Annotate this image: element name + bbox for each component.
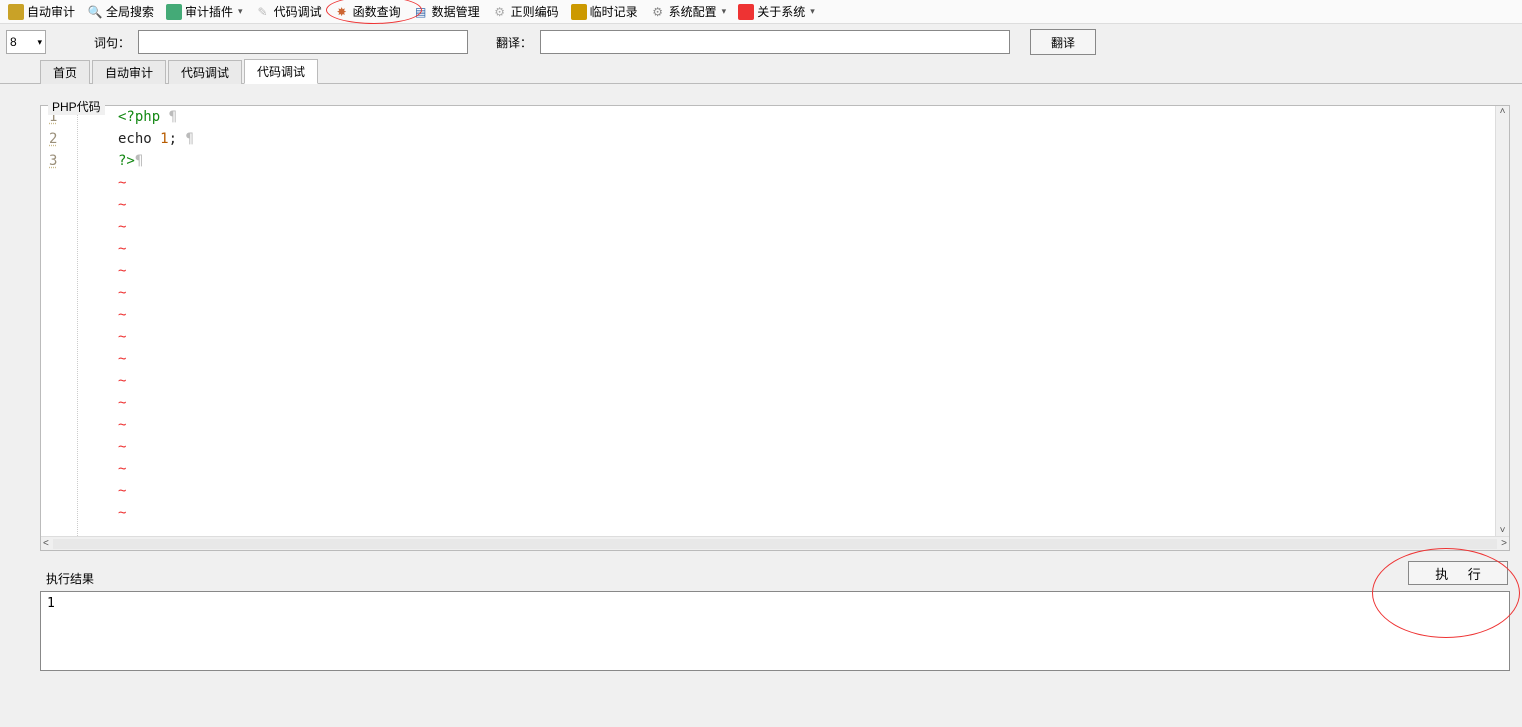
tab-3[interactable]: 代码调试 <box>244 59 318 84</box>
line-gutter: 123 <box>41 106 77 536</box>
chevron-down-icon: ▾ <box>37 37 42 48</box>
horizontal-scrollbar[interactable]: < > <box>41 536 1509 550</box>
result-label: 执行结果 <box>46 570 94 587</box>
chevron-down-icon: ▾ <box>722 6 727 17</box>
chevron-down-icon: ▾ <box>810 6 815 17</box>
toolbar-auto-audit[interactable]: 自动审计 <box>4 2 79 21</box>
empty-line: ~ <box>118 238 1495 260</box>
empty-line: ~ <box>118 458 1495 480</box>
toolbar-sys-config[interactable]: ⚙ 系统配置 ▾ <box>646 2 731 21</box>
translate-label: 翻译： <box>496 34 532 51</box>
search-translate-bar: 8 ▾ 词句： 翻译： 翻译 <box>0 24 1522 60</box>
term-label: 词句： <box>94 34 130 51</box>
toolbar-label: 审计插件 <box>185 3 233 20</box>
toolbar-label: 代码调试 <box>274 3 322 20</box>
code-editor-frame: 123 <?php ¶echo 1; ¶?>¶~~~~~~~~~~~~~~~~ … <box>40 105 1510 551</box>
toolbar-label: 函数查询 <box>353 3 401 20</box>
empty-line: ~ <box>118 172 1495 194</box>
plugin-icon <box>166 4 182 20</box>
execute-row: 执行结果 执 行 <box>40 551 1510 591</box>
code-editor[interactable]: 123 <?php ¶echo 1; ¶?>¶~~~~~~~~~~~~~~~~ … <box>41 106 1509 550</box>
function-icon: ✸ <box>334 4 350 20</box>
toolbar-global-search[interactable]: 🔍 全局搜索 <box>83 2 158 21</box>
code-area[interactable]: <?php ¶echo 1; ¶?>¶~~~~~~~~~~~~~~~~ <box>77 106 1495 536</box>
empty-line: ~ <box>118 436 1495 458</box>
toolbar-data-manage[interactable]: ▤ 数据管理 <box>409 2 484 21</box>
toolbar-audit-plugin[interactable]: 审计插件 ▾ <box>162 2 247 21</box>
toolbar-regex-encode[interactable]: ⚙ 正则编码 <box>488 2 563 21</box>
toolbar-temp-record[interactable]: 临时记录 <box>567 2 642 21</box>
search-icon: 🔍 <box>87 4 103 20</box>
regex-icon: ⚙ <box>492 4 508 20</box>
toolbar-label: 系统配置 <box>669 3 717 20</box>
scroll-up-icon[interactable]: ˄ <box>1500 106 1506 117</box>
code-line[interactable]: ?>¶ <box>118 150 1495 172</box>
code-line[interactable]: echo 1; ¶ <box>118 128 1495 150</box>
toolbar-label: 临时记录 <box>590 3 638 20</box>
empty-line: ~ <box>118 260 1495 282</box>
dropdown-value: 8 <box>10 35 17 49</box>
info-icon <box>738 4 754 20</box>
empty-line: ~ <box>118 304 1495 326</box>
empty-line: ~ <box>118 216 1495 238</box>
vertical-scrollbar[interactable]: ˄ ˅ <box>1495 106 1509 536</box>
editor-group-label: PHP代码 <box>48 98 105 115</box>
empty-line: ~ <box>118 502 1495 524</box>
empty-line: ~ <box>118 194 1495 216</box>
line-number: 3 <box>49 150 77 172</box>
empty-line: ~ <box>118 326 1495 348</box>
encoding-dropdown[interactable]: 8 ▾ <box>6 30 46 54</box>
code-line[interactable]: <?php ¶ <box>118 106 1495 128</box>
result-text: 1 <box>47 596 55 611</box>
data-icon: ▤ <box>413 4 429 20</box>
tab-1[interactable]: 自动审计 <box>92 60 166 84</box>
chevron-down-icon: ▾ <box>238 6 243 17</box>
translate-button[interactable]: 翻译 <box>1030 29 1096 55</box>
scroll-track[interactable] <box>53 539 1497 549</box>
empty-line: ~ <box>118 480 1495 502</box>
toolbar-label: 关于系统 <box>757 3 805 20</box>
empty-line: ~ <box>118 392 1495 414</box>
main-panel: PHP代码 123 <?php ¶echo 1; ¶?>¶~~~~~~~~~~~… <box>0 84 1522 671</box>
execute-button[interactable]: 执 行 <box>1408 561 1508 585</box>
translate-input[interactable] <box>540 30 1010 54</box>
toolbar-func-query[interactable]: ✸ 函数查询 <box>330 2 405 21</box>
scroll-right-icon[interactable]: > <box>1501 538 1507 549</box>
gear-icon: ⚙ <box>650 4 666 20</box>
tab-2[interactable]: 代码调试 <box>168 60 242 84</box>
empty-line: ~ <box>118 370 1495 392</box>
empty-line: ~ <box>118 414 1495 436</box>
toolbar-label: 全局搜索 <box>106 3 154 20</box>
toolbar-label: 自动审计 <box>27 3 75 20</box>
toolbar-label: 数据管理 <box>432 3 480 20</box>
toolbar-label: 正则编码 <box>511 3 559 20</box>
note-icon <box>571 4 587 20</box>
empty-line: ~ <box>118 348 1495 370</box>
empty-line: ~ <box>118 282 1495 304</box>
audit-icon <box>8 4 24 20</box>
toolbar-code-debug[interactable]: ✎ 代码调试 <box>251 2 326 21</box>
tabs-bar: 首页自动审计代码调试代码调试 <box>0 60 1522 84</box>
term-input[interactable] <box>138 30 468 54</box>
debug-icon: ✎ <box>255 4 271 20</box>
main-toolbar: 自动审计 🔍 全局搜索 审计插件 ▾ ✎ 代码调试 ✸ 函数查询 ▤ 数据管理 … <box>0 0 1522 24</box>
line-number: 2 <box>49 128 77 150</box>
result-output[interactable]: 1 <box>40 591 1510 671</box>
toolbar-about-sys[interactable]: 关于系统 ▾ <box>734 2 819 21</box>
tab-0[interactable]: 首页 <box>40 60 90 84</box>
scroll-down-icon[interactable]: ˅ <box>1500 525 1506 536</box>
scroll-left-icon[interactable]: < <box>43 538 49 549</box>
